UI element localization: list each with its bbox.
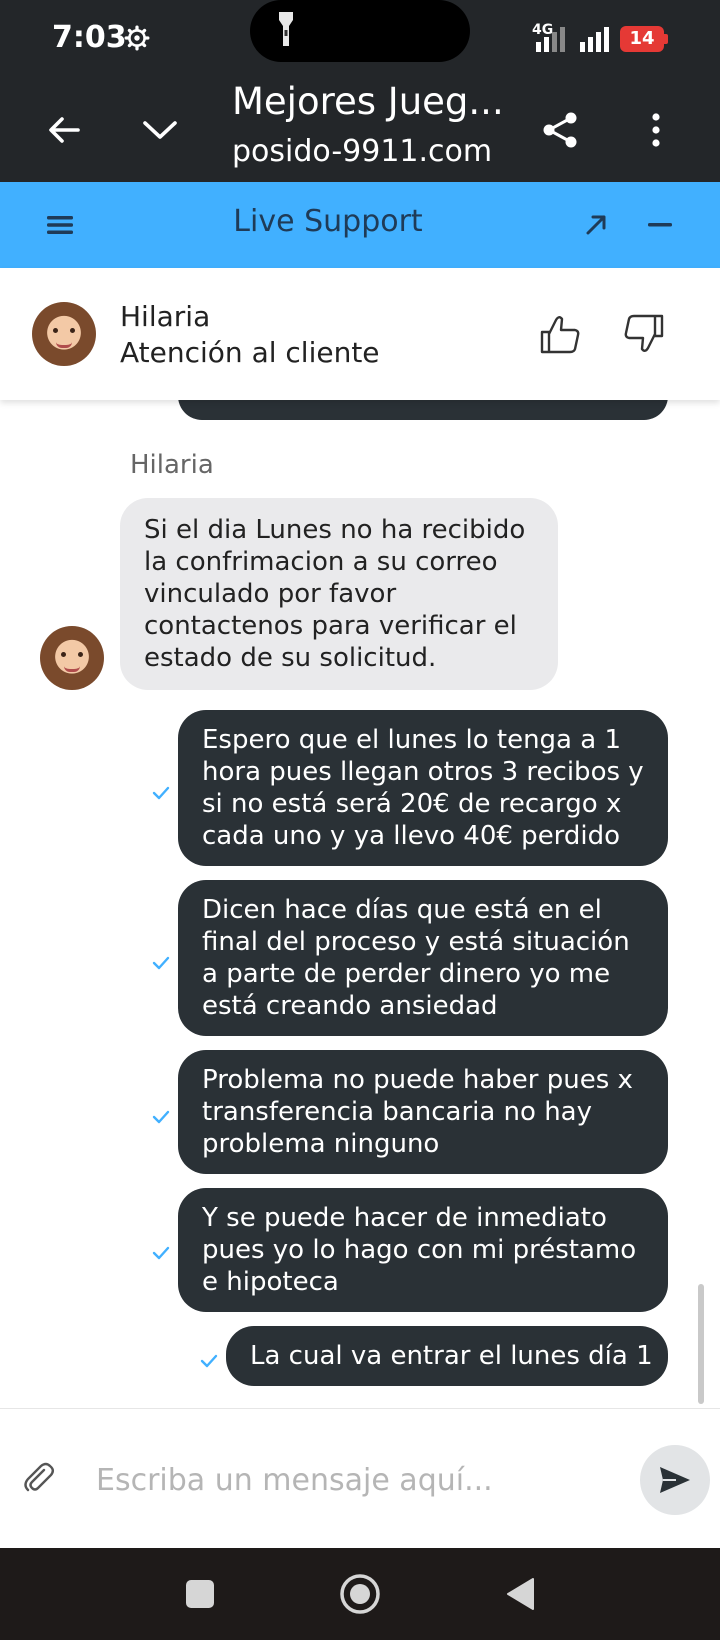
back-icon [507,1578,534,1610]
gear-icon [124,25,150,51]
chevron-down-icon [143,121,177,139]
back-arrow-icon [49,117,80,143]
message-input[interactable] [96,1457,616,1503]
user-message: Dicen hace días que está en el final del… [178,880,668,1036]
send-button[interactable] [640,1445,710,1515]
user-message: La cual va entrar el lunes día 1 [226,1326,668,1386]
minimize-icon [648,223,672,227]
user-message: Y se puede hacer de inmediato pues yo lo… [178,1188,668,1312]
home-button[interactable] [334,1568,386,1620]
page-title: Mejores Jueg... [232,80,504,123]
support-title: Live Support [233,204,423,239]
agent-message: Si el dia Lunes no ha recibido la confri… [120,498,558,690]
send-icon [660,1467,690,1493]
message-composer [0,1408,720,1548]
signal-icon [580,27,609,52]
sent-check-icon [152,786,170,800]
more-options-button[interactable] [628,102,684,158]
scrollbar[interactable] [698,1284,704,1404]
support-header: Live Support [0,182,720,268]
more-vert-icon [652,113,660,147]
expand-icon [586,215,606,235]
battery-icon: 14 [620,26,668,52]
recents-button[interactable] [174,1568,226,1620]
sent-check-icon [152,956,170,970]
page-url[interactable]: posido-9911.com [232,134,492,169]
signal-icon [536,27,565,52]
battery-level: 14 [620,26,664,52]
status-time: 7:03 [52,20,127,55]
sent-check-icon [152,1110,170,1124]
share-icon [543,112,577,148]
avatar [32,302,96,366]
agent-name: Hilaria [120,300,211,333]
sent-check-icon [200,1354,218,1368]
flashlight-icon [279,12,293,46]
agent-role: Atención al cliente [120,336,380,369]
system-navigation-bar [0,1548,720,1640]
user-message: Problema no puede haber pues x transfere… [178,1050,668,1174]
back-nav-button[interactable] [494,1568,546,1620]
avatar [40,626,104,690]
home-icon [340,1574,380,1614]
message-bubble-partial [178,400,668,420]
minimize-button[interactable] [636,201,684,249]
thumbs-up-icon[interactable] [538,312,582,356]
share-button[interactable] [532,102,588,158]
recents-icon [186,1580,214,1608]
sent-check-icon [152,1246,170,1260]
sender-label: Hilaria [130,450,214,480]
collapse-button[interactable] [132,102,188,158]
expand-button[interactable] [572,201,620,249]
status-bar: 7:03 4G 14 [0,0,720,78]
chat-transcript[interactable]: Hilaria Si el dia Lunes no ha recibido l… [0,400,720,1408]
back-button[interactable] [36,102,92,158]
browser-toolbar: Mejores Jueg... posido-9911.com [0,78,720,182]
agent-header: Hilaria Atención al cliente [0,268,720,400]
paperclip-icon[interactable] [22,1461,56,1495]
user-message: Espero que el lunes lo tenga a 1 hora pu… [178,710,668,866]
thumbs-down-icon[interactable] [622,312,666,356]
